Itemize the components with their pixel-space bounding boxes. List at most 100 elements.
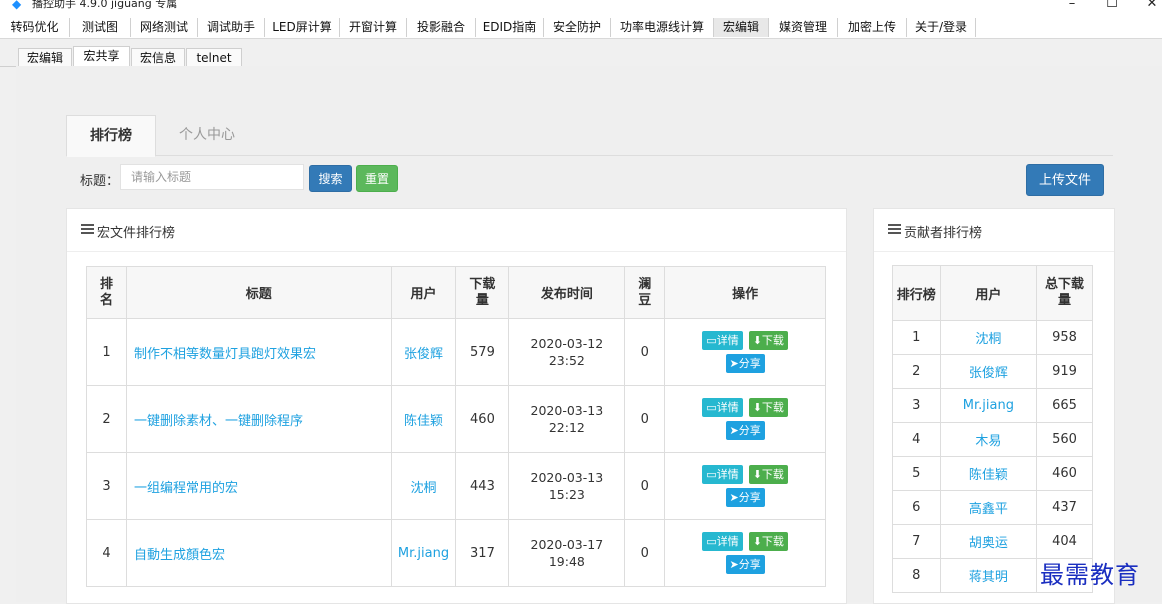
folder-open-icon: ▭ (706, 535, 717, 548)
tab-macro-info[interactable]: 宏信息 (131, 48, 185, 67)
list-icon (888, 224, 901, 235)
maximize-button[interactable]: ☐ (1102, 0, 1122, 12)
download-button[interactable]: ⬇下载 (748, 331, 788, 350)
rank-cell: 2 (892, 354, 941, 389)
rank-cell: 8 (892, 558, 941, 593)
rank-cell: 6 (892, 490, 941, 525)
total-downloads-cell: 404 (1036, 524, 1093, 559)
table-header-row: 排名 标题 用户 下载量 发布时间 澜豆 操作 (86, 266, 826, 319)
menu-item-led-calc[interactable]: LED屏计算 (265, 18, 340, 37)
column-header-rank: 排名 (86, 266, 127, 319)
tab-macro-edit[interactable]: 宏编辑 (18, 48, 72, 67)
download-icon: ⬇ (752, 401, 762, 414)
user-link[interactable]: 木易 (939, 422, 1038, 457)
detail-button[interactable]: ▭详情 (702, 465, 743, 484)
user-link[interactable]: 陈佳颖 (939, 456, 1038, 491)
publish-time-cell: 2020-03-13 15:23 (508, 452, 626, 520)
user-link[interactable]: 胡奥运 (939, 524, 1038, 559)
macro-title-link[interactable]: 一组编程常用的宏 (125, 452, 392, 520)
total-downloads-cell: 560 (1036, 422, 1093, 457)
menu-item-projection-blend[interactable]: 投影融合 (407, 18, 476, 37)
user-link[interactable]: 张俊辉 (390, 318, 457, 386)
download-button[interactable]: ⬇下载 (748, 465, 788, 484)
detail-button[interactable]: ▭详情 (702, 532, 743, 551)
macro-title-link[interactable]: 制作不相等数量灯具跑灯效果宏 (125, 318, 392, 386)
column-header-actions: 操作 (664, 266, 826, 319)
rank-cell: 4 (86, 519, 127, 587)
rank-cell: 5 (892, 456, 941, 491)
upload-file-button[interactable]: 上传文件 (1026, 164, 1104, 196)
main-tab-bar: 排行榜 个人中心 (66, 115, 1113, 157)
menu-item-security[interactable]: 安全防护 (544, 18, 611, 37)
user-link[interactable]: Mr.jiang (939, 388, 1038, 423)
column-header-total-downloads: 总下载量 (1036, 265, 1093, 321)
beans-cell: 0 (624, 318, 666, 386)
download-button[interactable]: ⬇下载 (748, 532, 788, 551)
column-header-beans: 澜豆 (624, 266, 666, 319)
rank-cell: 3 (892, 388, 941, 423)
title-bar: ◆ 播控助手 4.9.0 jiguang 专属 – ☐ ✕ (0, 0, 1162, 18)
table-row: 1 制作不相等数量灯具跑灯效果宏 张俊辉 579 2020-03-12 23:52… (86, 318, 826, 386)
menu-item-power-cable-calc[interactable]: 功率电源线计算 (611, 18, 714, 37)
actions-cell: ▭详情 ⬇下载 ➤分享 (664, 318, 826, 386)
tab-personal-center[interactable]: 个人中心 (166, 115, 248, 155)
column-header-title: 标题 (125, 266, 392, 319)
send-icon: ➤ (729, 558, 739, 571)
table-row: 4 自動生成顏色宏 Mr.jiang 317 2020-03-17 19:48 0… (86, 519, 826, 587)
detail-button[interactable]: ▭详情 (702, 331, 743, 350)
menu-item-debug-assistant[interactable]: 调试助手 (198, 18, 265, 37)
share-button[interactable]: ➤分享 (725, 555, 765, 574)
table-row: 7 胡奥运 404 (892, 524, 1093, 559)
share-button[interactable]: ➤分享 (725, 354, 765, 373)
share-button[interactable]: ➤分享 (725, 421, 765, 440)
title-search-input[interactable] (120, 164, 304, 190)
panel-header: 贡献者排行榜 (874, 209, 1114, 252)
user-link[interactable]: 张俊辉 (939, 354, 1038, 389)
user-link[interactable]: 沈桐 (390, 452, 457, 520)
user-link[interactable]: 陈佳颖 (390, 385, 457, 453)
detail-button[interactable]: ▭详情 (702, 398, 743, 417)
contributor-ranking-table: 排行榜 用户 总下载量 1 沈桐 958 2 张俊辉 919 3 Mr.jiang 665 … (892, 265, 1093, 593)
menu-item-media-management[interactable]: 媒资管理 (769, 18, 838, 37)
menu-item-encrypted-upload[interactable]: 加密上传 (838, 18, 907, 37)
user-link[interactable]: 蒋其明 (939, 558, 1038, 593)
menu-item-network-test[interactable]: 网络测试 (131, 18, 198, 37)
user-link[interactable]: 高鑫平 (939, 490, 1038, 525)
macro-title-link[interactable]: 自動生成顏色宏 (125, 519, 392, 587)
downloads-cell: 443 (455, 452, 510, 520)
column-header-user: 用户 (939, 265, 1038, 321)
send-icon: ➤ (729, 491, 739, 504)
table-row: 3 一组编程常用的宏 沈桐 443 2020-03-13 15:23 0 ▭详情 ⬇… (86, 452, 826, 520)
download-button[interactable]: ⬇下载 (748, 398, 788, 417)
publish-time-cell: 2020-03-12 23:52 (508, 318, 626, 386)
menu-item-transcode[interactable]: 转码优化 (0, 18, 70, 37)
folder-open-icon: ▭ (706, 401, 717, 414)
total-downloads-cell: 958 (1036, 320, 1093, 355)
reset-button[interactable]: 重置 (356, 165, 398, 192)
menu-item-macro-editor[interactable]: 宏编辑 (714, 18, 769, 37)
menu-item-about-login[interactable]: 关于/登录 (907, 18, 976, 37)
app-logo-icon: ◆ (12, 0, 22, 11)
tab-telnet[interactable]: telnet (186, 48, 242, 67)
search-button[interactable]: 搜索 (309, 165, 352, 192)
table-header-row: 排行榜 用户 总下载量 (892, 265, 1093, 321)
list-icon (81, 224, 94, 235)
tab-macro-share[interactable]: 宏共享 (73, 46, 130, 68)
panel-header: 宏文件排行榜 (67, 209, 846, 252)
total-downloads-cell: 437 (1036, 490, 1093, 525)
menu-item-test-pattern[interactable]: 测试图 (70, 18, 131, 37)
send-icon: ➤ (729, 424, 739, 437)
share-button[interactable]: ➤分享 (725, 488, 765, 507)
menu-item-window-calc[interactable]: 开窗计算 (340, 18, 407, 37)
menu-item-edid-guide[interactable]: EDID指南 (476, 18, 544, 37)
close-button[interactable]: ✕ (1142, 0, 1162, 12)
user-link[interactable]: 沈桐 (939, 320, 1038, 355)
tab-ranking[interactable]: 排行榜 (66, 115, 156, 157)
user-link[interactable]: Mr.jiang (390, 519, 457, 587)
publish-time-cell: 2020-03-17 19:48 (508, 519, 626, 587)
macro-title-link[interactable]: 一键删除素材、一键删除程序 (125, 385, 392, 453)
minimize-button[interactable]: – (1062, 0, 1082, 12)
table-row: 2 一键删除素材、一键删除程序 陈佳颖 460 2020-03-13 22:12 … (86, 385, 826, 453)
actions-cell: ▭详情 ⬇下载 ➤分享 (664, 452, 826, 520)
total-downloads-cell: 919 (1036, 354, 1093, 389)
